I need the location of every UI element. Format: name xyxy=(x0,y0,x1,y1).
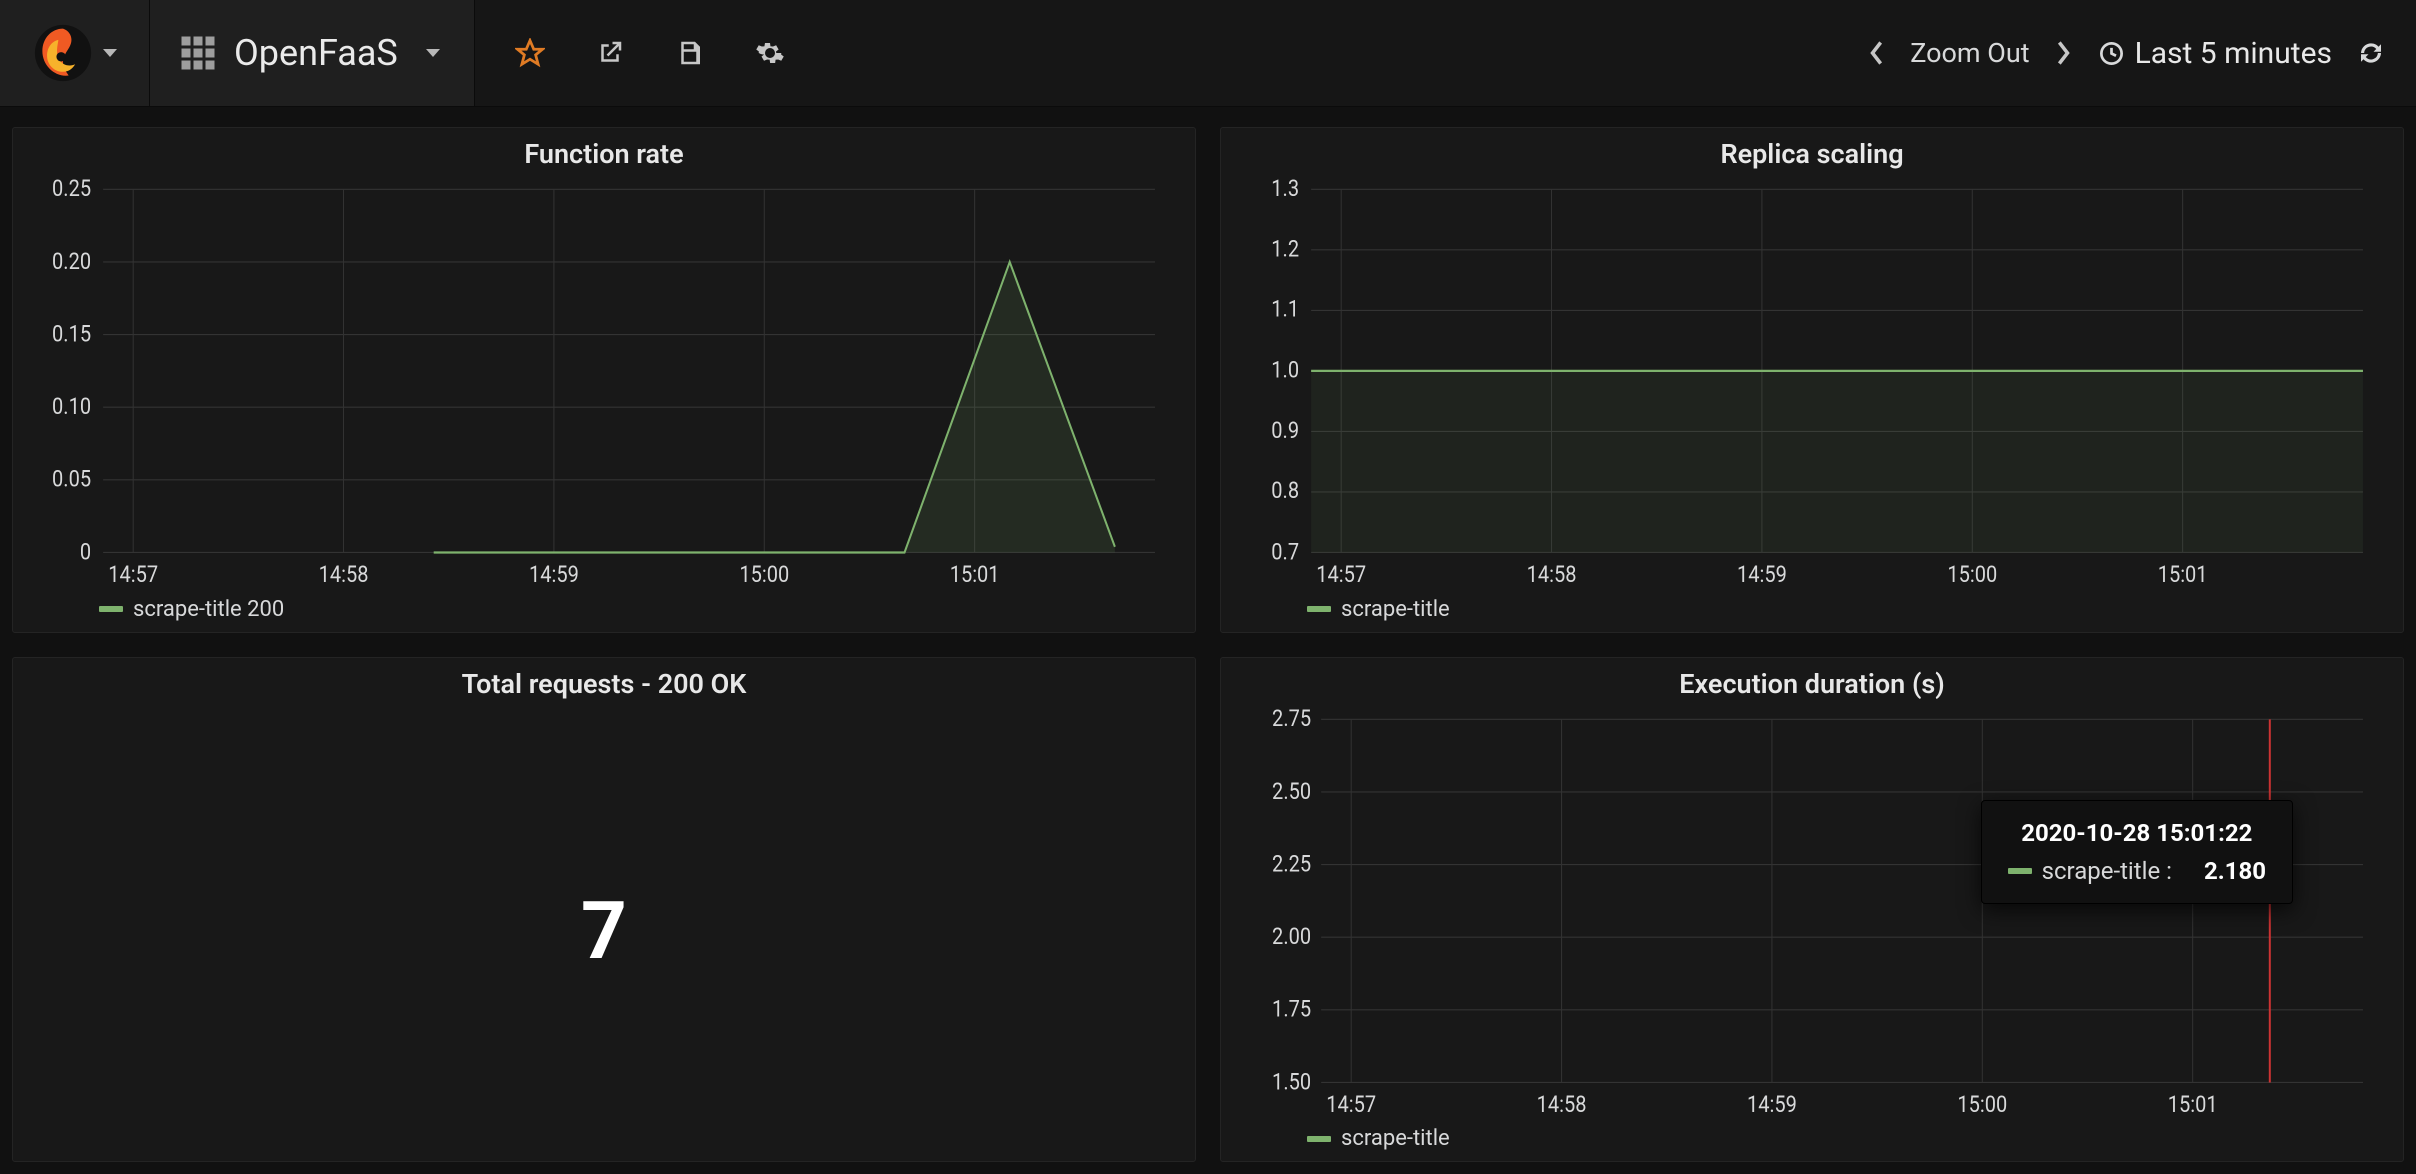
svg-text:15:01: 15:01 xyxy=(2158,562,2208,587)
caret-down-icon xyxy=(103,49,117,57)
legend-swatch-icon xyxy=(1307,606,1331,612)
svg-text:0.10: 0.10 xyxy=(52,394,91,421)
clock-icon xyxy=(2098,40,2125,67)
svg-text:1.2: 1.2 xyxy=(1271,236,1299,263)
chart-execution-duration[interactable]: 1.50 1.75 2.00 2.25 2.50 2.75 14:57 14:5… xyxy=(1241,708,2383,1117)
legend-swatch-icon xyxy=(2008,868,2032,874)
svg-text:0.15: 0.15 xyxy=(52,321,91,348)
time-range-label: Last 5 minutes xyxy=(2135,36,2332,71)
legend: scrape-title xyxy=(1221,587,2403,626)
svg-text:0.25: 0.25 xyxy=(52,178,91,203)
tooltip-timestamp: 2020-10-28 15:01:22 xyxy=(2008,819,2266,847)
svg-text:2.50: 2.50 xyxy=(1272,778,1311,805)
panel-function-rate[interactable]: Function rate 0 0.05 0.10 xyxy=(12,127,1196,633)
chart-function-rate[interactable]: 0 0.05 0.10 0.15 0.20 0.25 14:57 14:58 1… xyxy=(33,178,1175,587)
svg-text:0.05: 0.05 xyxy=(52,467,91,494)
svg-text:2.00: 2.00 xyxy=(1272,923,1311,950)
tooltip-value: 2.180 xyxy=(2204,857,2266,885)
chart-replica-scaling[interactable]: 0.7 0.8 0.9 1.0 1.1 1.2 1.3 14:57 14:58 … xyxy=(1241,178,2383,587)
chart-tooltip: 2020-10-28 15:01:22 scrape-title : 2.180 xyxy=(1981,800,2293,904)
dashboard-grid: Function rate 0 0.05 0.10 xyxy=(0,107,2416,1174)
svg-text:1.75: 1.75 xyxy=(1272,996,1311,1023)
panel-title: Function rate xyxy=(13,138,1195,178)
svg-text:0.7: 0.7 xyxy=(1271,539,1299,566)
tooltip-series-label: scrape-title : xyxy=(2042,857,2172,885)
singlestat-value: 7 xyxy=(581,884,627,978)
svg-text:14:59: 14:59 xyxy=(1737,562,1787,587)
svg-text:1.3: 1.3 xyxy=(1271,178,1299,203)
svg-text:14:58: 14:58 xyxy=(1527,562,1577,587)
singlestat: 7 xyxy=(13,708,1195,1156)
legend-swatch-icon xyxy=(99,606,123,612)
save-icon[interactable] xyxy=(675,38,705,68)
chevron-right-icon[interactable] xyxy=(2054,39,2074,67)
svg-text:0.20: 0.20 xyxy=(52,249,91,276)
legend-label: scrape-title 200 xyxy=(133,597,284,622)
chevron-left-icon[interactable] xyxy=(1866,39,1886,67)
svg-text:14:58: 14:58 xyxy=(319,562,369,587)
dashboard-grid-icon xyxy=(180,35,216,71)
legend-swatch-icon xyxy=(1307,1136,1331,1142)
panel-total-requests[interactable]: Total requests - 200 OK 7 xyxy=(12,657,1196,1163)
panel-title: Total requests - 200 OK xyxy=(13,668,1195,708)
dashboard-title: OpenFaaS xyxy=(234,32,398,74)
legend: scrape-title 200 xyxy=(13,587,1195,626)
svg-text:15:00: 15:00 xyxy=(739,562,789,587)
svg-text:15:00: 15:00 xyxy=(1957,1091,2007,1116)
svg-text:2.25: 2.25 xyxy=(1272,851,1311,878)
dashboard-picker[interactable]: OpenFaaS xyxy=(150,0,475,106)
time-range-picker[interactable]: Last 5 minutes xyxy=(2098,36,2332,71)
top-header: OpenFaaS Zoom Out xyxy=(0,0,2416,107)
svg-text:14:57: 14:57 xyxy=(1316,562,1366,587)
svg-text:1.1: 1.1 xyxy=(1271,296,1299,323)
gear-icon[interactable] xyxy=(755,38,785,68)
svg-text:14:59: 14:59 xyxy=(529,562,579,587)
legend: scrape-title xyxy=(1221,1116,2403,1155)
star-icon[interactable] xyxy=(515,38,545,68)
panel-title: Replica scaling xyxy=(1221,138,2403,178)
svg-text:14:59: 14:59 xyxy=(1747,1091,1797,1116)
svg-text:2.75: 2.75 xyxy=(1272,708,1311,733)
svg-text:15:00: 15:00 xyxy=(1947,562,1997,587)
caret-down-icon xyxy=(426,49,440,57)
svg-text:0.8: 0.8 xyxy=(1271,478,1299,505)
legend-label: scrape-title xyxy=(1341,597,1450,622)
refresh-icon[interactable] xyxy=(2356,38,2386,68)
panel-execution-duration[interactable]: Execution duration (s) 1.50 1.75 2.00 2.… xyxy=(1220,657,2404,1163)
svg-text:0: 0 xyxy=(80,539,91,566)
panel-replica-scaling[interactable]: Replica scaling 0.7 0.8 0.9 1.0 xyxy=(1220,127,2404,633)
share-icon[interactable] xyxy=(595,38,625,68)
grafana-logo-icon xyxy=(33,23,93,83)
svg-text:15:01: 15:01 xyxy=(950,562,1000,587)
grafana-menu[interactable] xyxy=(0,0,150,106)
svg-text:15:01: 15:01 xyxy=(2168,1091,2218,1116)
svg-text:14:57: 14:57 xyxy=(1326,1091,1376,1116)
svg-text:0.9: 0.9 xyxy=(1271,418,1299,445)
svg-text:14:58: 14:58 xyxy=(1537,1091,1587,1116)
header-right: Zoom Out Last 5 minutes xyxy=(1866,36,2416,71)
panel-title: Execution duration (s) xyxy=(1221,668,2403,708)
svg-text:1.0: 1.0 xyxy=(1271,358,1299,385)
zoom-out-button[interactable]: Zoom Out xyxy=(1910,37,2029,69)
svg-text:14:57: 14:57 xyxy=(108,562,158,587)
toolbar xyxy=(475,38,785,68)
svg-text:1.50: 1.50 xyxy=(1272,1069,1311,1096)
legend-label: scrape-title xyxy=(1341,1126,1450,1151)
header-left: OpenFaaS xyxy=(0,0,785,106)
